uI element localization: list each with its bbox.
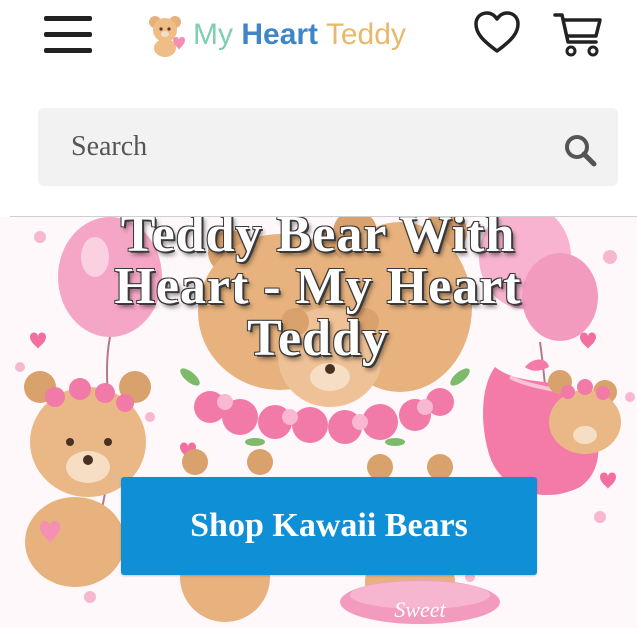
shop-kawaii-bears-button[interactable]: Shop Kawaii Bears <box>121 477 537 575</box>
search-icon[interactable] <box>562 132 598 168</box>
menu-icon[interactable] <box>44 16 94 54</box>
hero-title: Teddy Bear With Heart - My Heart Teddy <box>114 217 522 367</box>
cart-icon[interactable] <box>552 10 604 58</box>
search-bar <box>38 108 618 186</box>
site-logo[interactable]: My Heart Teddy <box>143 6 406 64</box>
hero-banner: Sweet Teddy Bear With Heart - My Heart T… <box>0 217 637 628</box>
search-input[interactable] <box>38 108 571 186</box>
wishlist-heart-icon[interactable] <box>472 10 522 56</box>
sweet-sticker-text: Sweet <box>394 597 446 622</box>
logo-text: My Heart Teddy <box>193 18 406 51</box>
site-header: My Heart Teddy <box>0 0 637 80</box>
teddy-logo-icon <box>149 16 185 57</box>
